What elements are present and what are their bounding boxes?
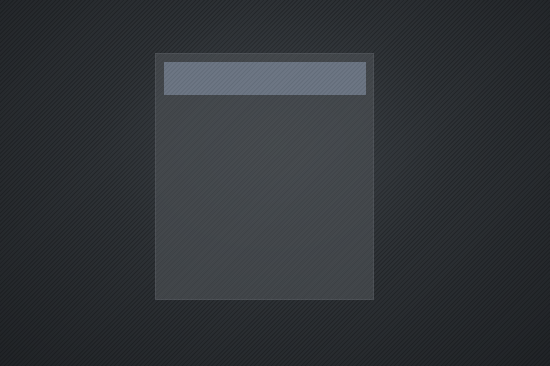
panel-header-bar [164, 62, 366, 95]
panel-body [164, 102, 366, 292]
center-panel [155, 53, 374, 300]
